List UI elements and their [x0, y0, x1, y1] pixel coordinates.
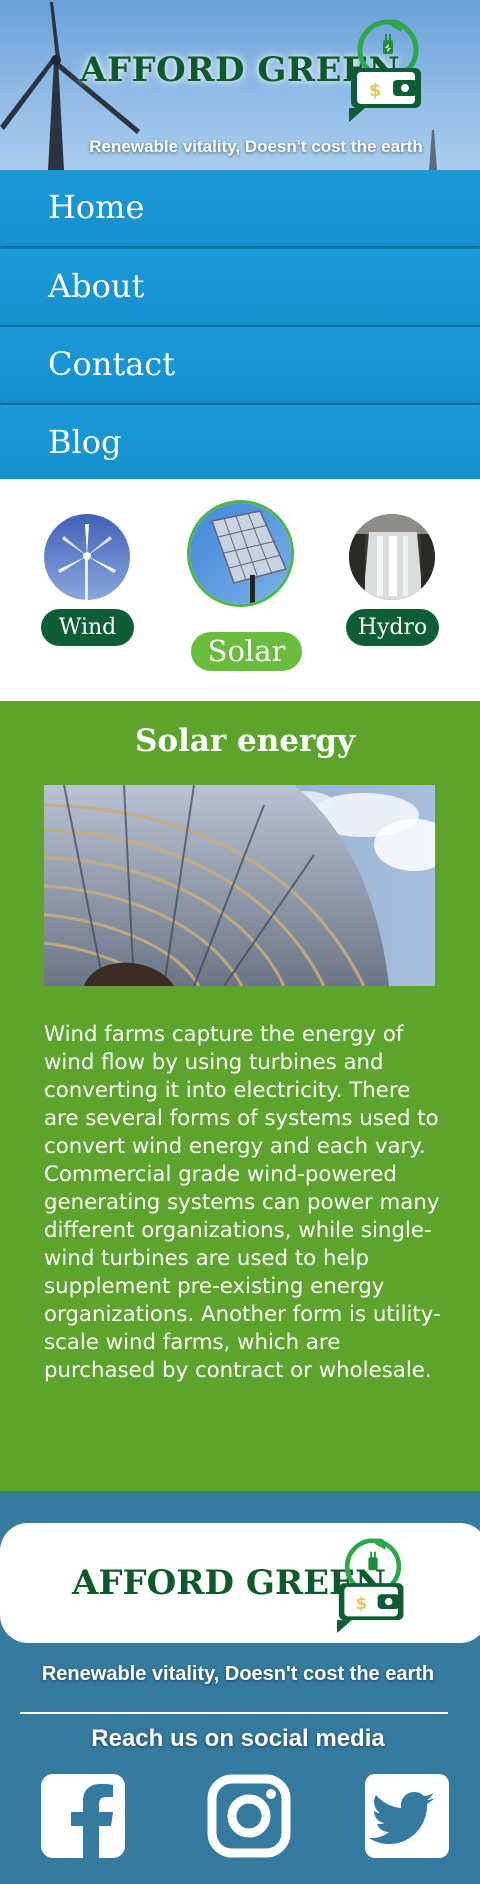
solar-label-pill[interactable]: Solar	[191, 632, 302, 671]
nav-item-home[interactable]: Home	[0, 170, 480, 246]
waterfall-thumbnail[interactable]	[349, 514, 435, 600]
nav-item-about[interactable]: About	[0, 249, 480, 325]
hydro-label-pill[interactable]: Hydro	[346, 609, 439, 646]
solar-panel-thumbnail[interactable]	[187, 500, 294, 607]
header-banner: AFFORD GREEN $ Renewable vitality, Doesn…	[0, 0, 480, 170]
section-body: Wind farms capture the energy of wind fl…	[44, 1022, 441, 1383]
solar-collector-array-photo	[44, 785, 435, 986]
footer-divider	[20, 1712, 448, 1714]
wind-label-pill[interactable]: Wind	[41, 609, 134, 646]
instagram-icon[interactable]	[207, 1774, 291, 1858]
nav-item-label: About	[48, 267, 145, 305]
page: AFFORD GREEN $ Renewable vitality, Doesn…	[0, 0, 480, 1884]
footer: AFFORD GREEN $ Renewable vitality, Doesn…	[0, 1491, 480, 1884]
facebook-icon[interactable]	[41, 1774, 125, 1858]
nav-item-contact[interactable]: Contact	[0, 327, 480, 403]
twitter-icon[interactable]	[365, 1774, 449, 1858]
social-heading: Reach us on social media	[91, 1725, 385, 1752]
nav-item-label: Contact	[48, 345, 176, 383]
nav-item-label: Blog	[48, 423, 122, 461]
footer-tagline: Renewable vitality, Doesn't cost the ear…	[41, 1663, 435, 1685]
energy-option-hydro[interactable]: Hydro	[320, 479, 480, 701]
header-tagline: Renewable vitality, Doesn't cost the ear…	[89, 137, 423, 156]
plug-wallet-icon[interactable]: $	[333, 1537, 413, 1633]
svg-text:$: $	[369, 80, 382, 101]
energy-option-wind[interactable]: Wind	[0, 479, 160, 701]
main-nav: Home About Contact Blog	[0, 170, 480, 481]
energy-option-solar[interactable]: Solar	[160, 479, 320, 701]
footer-brand-card: AFFORD GREEN $	[0, 1523, 480, 1643]
energy-selector: Wind Solar Hydro	[0, 479, 480, 701]
wind-turbine-thumbnail[interactable]	[44, 514, 130, 600]
nav-item-label: Home	[48, 188, 145, 226]
nav-item-blog[interactable]: Blog	[0, 405, 480, 481]
svg-text:$: $	[355, 1594, 367, 1613]
content-section: Solar energy Wind farms capture the ener…	[0, 701, 480, 1491]
plug-wallet-icon[interactable]: $	[345, 18, 431, 122]
section-title: Solar energy	[134, 723, 356, 759]
